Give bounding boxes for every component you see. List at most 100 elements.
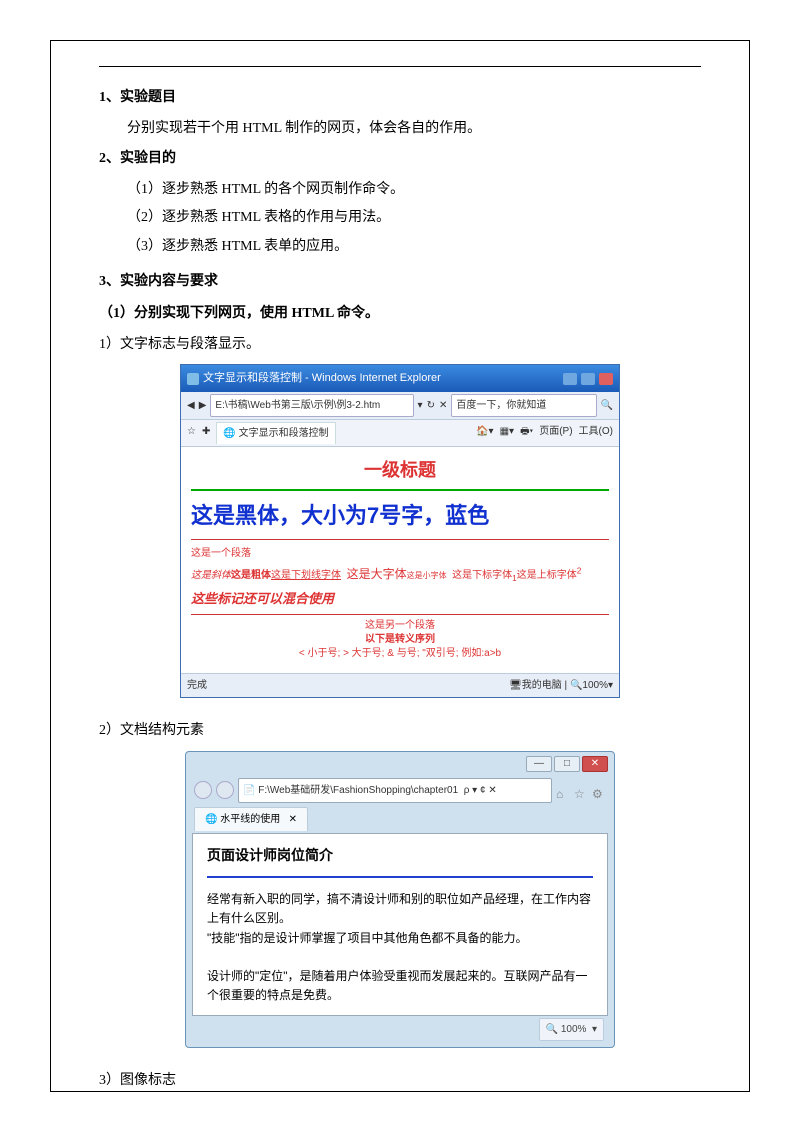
blue-hr [207,876,593,878]
favorites-icon[interactable]: ☆ [187,422,196,444]
tab-icon: 🌐 [223,428,235,439]
p-big: 这是大字体 [347,567,407,581]
section-2-item-2: （2）逐步熟悉 HTML 表格的作用与用法。 [127,205,701,232]
forward-icon[interactable]: ▶ [199,396,207,415]
back-icon[interactable]: ◀ [187,396,195,415]
w7-titlebar: — □ ✕ [186,752,614,776]
item-1-label: 1）文字标志与段落显示。 [99,332,701,359]
maximize-button[interactable] [581,373,595,385]
zoom-icon: 🔍 [546,1024,558,1035]
url-controls: ρ ▾ ¢ ✕ [464,785,497,796]
item-2-label: 2）文档结构元素 [99,718,701,745]
w7-tab-text: 水平线的使用 [220,814,280,825]
p2-c: < 小于号; > 大于号; & 与号; "双引号; 例如:a>b [299,648,501,659]
status-done: 完成 [187,676,207,695]
close-button[interactable] [599,373,613,385]
forward-button[interactable] [216,781,234,799]
tools-icon[interactable]: ⚙ [592,783,606,797]
home-icon[interactable]: ⌂ [556,783,570,797]
minimize-button[interactable]: — [526,756,552,772]
section-2-item-1: （1）逐步熟悉 HTML 的各个网页制作命令。 [127,177,701,204]
p-sub: 这是下标字体 [452,570,512,581]
xp-tab-text: 文字显示和段落控制 [239,428,329,439]
zoom-icon[interactable]: 🔍 [570,676,582,695]
ie-window-xp: 文字显示和段落控制 - Windows Internet Explorer ◀ … [180,364,620,697]
status-zoom: 100% [582,676,608,695]
zoom-control[interactable]: 🔍 100% ▾ [539,1018,604,1041]
address-input[interactable]: E:\书稿\Web书第三版\示例\例3-2.htm [210,394,413,417]
doc-p2: "技能"指的是设计师掌握了项目中其他角色都不具备的能力。 [207,929,593,948]
favorites-icon[interactable]: ☆ [574,783,588,797]
zoom-dropdown-icon[interactable]: ▾ [608,676,613,695]
zoom-text: 100% [561,1024,587,1035]
p-sup-wrap: 这是上标字体2 [517,570,582,581]
section-1-title: 1、实验题目 [99,85,701,112]
p-sub-wrap: 这是下标字体1 [452,570,517,581]
w7-tab-row: 🌐 水平线的使用 ✕ [186,805,614,833]
print-icon[interactable]: 🖶▾ [520,422,533,444]
ie-icon [187,373,199,385]
home-icon[interactable]: 🏠▾ [476,422,493,444]
section-3-title: 3、实验内容与要求 [99,269,701,296]
page-menu[interactable]: 页面(P) [539,422,572,444]
tools-menu[interactable]: 工具(O) [579,422,613,444]
item-3-label: 3）图像标志 [99,1068,701,1095]
w7-tab[interactable]: 🌐 水平线的使用 ✕ [194,807,308,831]
header-rule [99,66,701,67]
refresh-icon[interactable]: ↻ [427,396,435,415]
doc-p1: 经常有新入职的同学，搞不清设计师和别的职位如产品经理，在工作内容上有什么区别。 [207,890,593,928]
file-icon: 📄 [243,785,255,796]
p2-a: 这是另一个段落 [365,620,435,631]
red-rule-1 [191,539,609,540]
document-page: 1、实验题目 分别实现若干个用 HTML 制作的网页，体会各自的作用。 2、实验… [0,0,800,1132]
sample-h1: 一级标题 [191,453,609,487]
screenshot-2-wrap: — □ ✕ 📄 F:\Web基础研发\FashionShopping\chapt… [99,751,701,1049]
red-rule-2 [191,614,609,615]
xp-content: 一级标题 这是黑体，大小为7号字，蓝色 这是一个段落 这是斜体这是粗体这是下划线… [181,447,619,672]
sample-para-1: 这是一个段落 这是斜体这是粗体这是下划线字体 这是大字体这是小字体 这是下标字体… [191,544,609,587]
close-button[interactable]: ✕ [582,756,608,772]
screenshot-1-wrap: 文字显示和段落控制 - Windows Internet Explorer ◀ … [99,364,701,698]
w7-statusbar: 🔍 100% ▾ [186,1016,614,1043]
p-small: 这是小字体 [407,571,447,580]
p-underline: 这是下划线字体 [271,570,341,581]
w7-address-row: 📄 F:\Web基础研发\FashionShopping\chapter01 ρ… [186,776,614,805]
ie-window-7: — □ ✕ 📄 F:\Web基础研发\FashionShopping\chapt… [185,751,615,1049]
p-ital: 这是斜体 [191,570,231,581]
green-rule [191,489,609,491]
section-1-body: 分别实现若干个用 HTML 制作的网页，体会各自的作用。 [99,116,701,143]
search-input[interactable]: 百度一下，你就知道 [451,394,596,417]
ie-tab-icon: 🌐 [205,814,217,825]
content-frame: 1、实验题目 分别实现若干个用 HTML 制作的网页，体会各自的作用。 2、实验… [50,40,750,1092]
feed-icon[interactable]: ▦▾ [500,422,514,444]
search-icon[interactable]: 🔍 [601,396,613,415]
stop-icon[interactable]: ✕ [439,396,447,415]
section-3-sub1: （1）分别实现下列网页，使用 HTML 命令。 [99,301,701,328]
xp-titlebar: 文字显示和段落控制 - Windows Internet Explorer [181,365,619,392]
xp-statusbar: 完成 🖥 我的电脑 | 🔍 100% ▾ [181,673,619,697]
xp-tab[interactable]: 🌐 文字显示和段落控制 [216,422,335,444]
maximize-button[interactable]: □ [554,756,580,772]
xp-title-text: 文字显示和段落控制 - Windows Internet Explorer [203,368,441,389]
w7-content: 页面设计师岗位简介 经常有新入职的同学，搞不清设计师和别的职位如产品经理，在工作… [192,833,608,1017]
p-sup-text: 这是上标字体 [517,570,577,581]
doc-title: 页面设计师岗位简介 [207,844,593,866]
computer-icon: 🖥 [509,676,522,695]
p2-b: 以下是转义序列 [365,634,435,645]
p-start: 这是一个段落 [191,548,251,559]
xp-address-bar: ◀ ▶ E:\书稿\Web书第三版\示例\例3-2.htm ▾ ↻ ✕ 百度一下… [181,392,619,420]
address-input[interactable]: 📄 F:\Web基础研发\FashionShopping\chapter01 ρ… [238,778,552,803]
doc-p3: 设计师的"定位"，是随着用户体验受重视而发展起来的。互联网产品有一个很重要的特点… [207,967,593,1005]
dropdown-icon[interactable]: ▾ [418,396,423,415]
sample-big-blue: 这是黑体，大小为7号字，蓝色 [191,495,609,537]
sample-mix: 这些标记还可以混合使用 [191,587,609,612]
p-bold: 这是粗体 [231,570,271,581]
status-pc: 我的电脑 [522,676,562,695]
section-2-item-3: （3）逐步熟悉 HTML 表单的应用。 [127,234,701,261]
back-button[interactable] [194,781,212,799]
minimize-button[interactable] [563,373,577,385]
url-text: F:\Web基础研发\FashionShopping\chapter01 [258,785,458,796]
p-sup: 2 [577,566,582,576]
sample-para-2: 这是另一个段落 以下是转义序列 < 小于号; > 大于号; & 与号; "双引号… [191,619,609,661]
add-fav-icon[interactable]: ✚ [202,422,210,444]
